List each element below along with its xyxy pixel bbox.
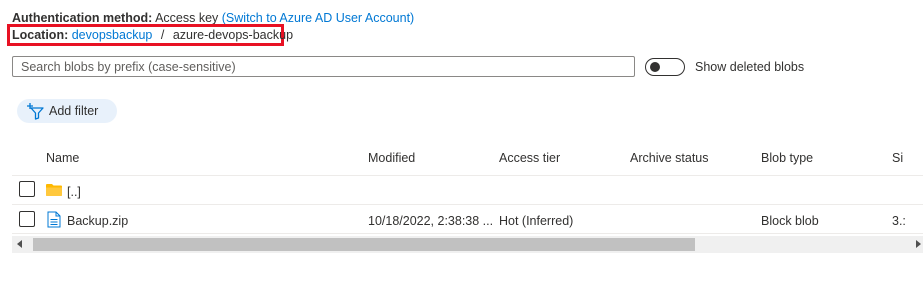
row-divider <box>12 233 923 234</box>
row-divider <box>12 175 923 176</box>
add-filter-button[interactable]: Add filter <box>17 99 117 123</box>
row-divider <box>12 204 923 205</box>
show-deleted-toggle[interactable] <box>645 58 685 76</box>
column-header-size[interactable]: Si <box>892 151 903 165</box>
auth-method-value: Access key <box>155 11 219 25</box>
column-header-archive-status[interactable]: Archive status <box>630 151 709 165</box>
search-blobs-input[interactable] <box>13 57 634 76</box>
row-checkbox[interactable] <box>19 181 35 197</box>
row-checkbox[interactable] <box>19 211 35 227</box>
file-icon <box>47 211 61 228</box>
folder-icon <box>46 184 62 196</box>
show-deleted-label: Show deleted blobs <box>695 60 805 74</box>
auth-method-label: Authentication method: <box>12 11 153 25</box>
horizontal-scrollbar[interactable] <box>12 236 923 253</box>
row-name-backup[interactable]: Backup.zip <box>67 214 128 228</box>
row-access-tier: Hot (Inferred) <box>499 214 574 228</box>
column-header-access-tier[interactable]: Access tier <box>499 151 560 165</box>
location-label: Location: <box>12 28 69 42</box>
location-breadcrumb: Location: devopsbackup / azure-devops-ba… <box>12 28 293 42</box>
breadcrumb-account-link[interactable]: devopsbackup <box>72 28 153 42</box>
row-blob-type: Block blob <box>761 214 819 228</box>
scrollbar-thumb[interactable] <box>33 238 695 251</box>
add-filter-icon <box>27 103 44 120</box>
breadcrumb-container: azure-devops-backup <box>172 28 294 42</box>
search-blobs-field[interactable] <box>12 56 635 77</box>
row-size: 3.: <box>892 214 906 228</box>
switch-auth-link[interactable]: (Switch to Azure AD User Account) <box>222 11 414 25</box>
add-filter-label: Add filter <box>49 104 99 118</box>
column-header-name[interactable]: Name <box>46 151 79 165</box>
column-header-modified[interactable]: Modified <box>368 151 415 165</box>
row-name-parent[interactable]: [..] <box>67 185 81 199</box>
breadcrumb-separator: / <box>160 28 165 42</box>
column-header-blob-type[interactable]: Blob type <box>761 151 813 165</box>
auth-method-line: Authentication method: Access key (Switc… <box>12 11 414 25</box>
scroll-left-icon[interactable] <box>17 240 22 248</box>
row-modified: 10/18/2022, 2:38:38 ... <box>368 214 494 228</box>
scroll-right-icon[interactable] <box>916 240 921 248</box>
toggle-knob <box>650 62 660 72</box>
